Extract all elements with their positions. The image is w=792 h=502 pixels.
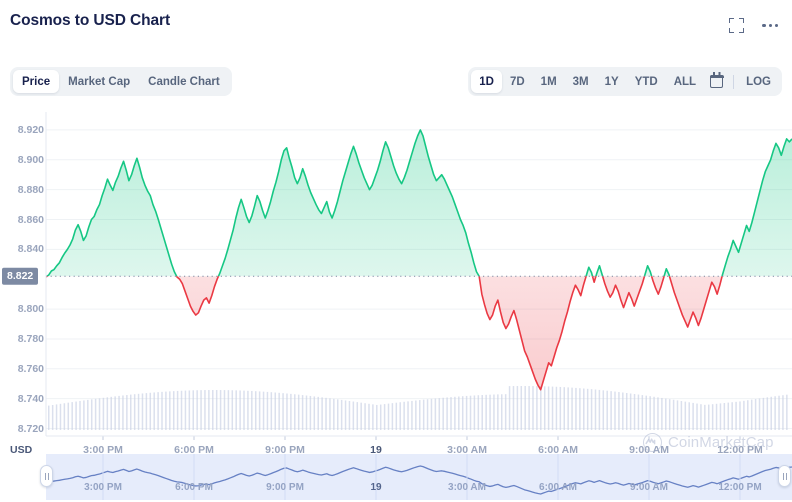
navigator-tick-label: 9:00 PM: [266, 482, 304, 493]
x-axis-ticks: [102, 436, 741, 440]
more-options-icon[interactable]: [762, 23, 778, 28]
current-price-badge: 8.822: [2, 267, 39, 285]
time-range-tabs: 1D 7D 1M 3M 1Y YTD ALL LOG: [468, 67, 782, 96]
x-axis-tick-label: 9:00 PM: [265, 444, 305, 456]
tab-market-cap[interactable]: Market Cap: [59, 70, 139, 93]
x-axis-tick-label: 19: [370, 444, 382, 456]
range-7d[interactable]: 7D: [502, 70, 533, 93]
y-axis-tick-label: 8.840: [17, 243, 44, 256]
y-axis-tick-label: 8.880: [17, 183, 44, 196]
x-axis-tick-label: 3:00 AM: [447, 444, 487, 456]
widget-header: Cosmos to USD Chart: [0, 0, 792, 56]
navigator-right-handle[interactable]: [778, 465, 791, 487]
log-scale-toggle[interactable]: LOG: [738, 70, 779, 93]
header-actions: [729, 18, 778, 33]
volume-bars: [48, 385, 788, 430]
navigator-tick-label: 9:00 AM: [630, 482, 668, 493]
y-axis-tick-label: 8.780: [17, 332, 44, 345]
currency-label: USD: [10, 444, 33, 456]
price-chart-svg: [45, 112, 792, 440]
crypto-price-chart-widget: Cosmos to USD Chart Price Market Cap Can…: [0, 0, 792, 502]
x-axis-tick-label: 3:00 PM: [83, 444, 123, 456]
chart-type-tabs: Price Market Cap Candle Chart: [10, 67, 232, 96]
navigator-tick-label: 12:00 PM: [718, 482, 762, 493]
navigator-tick-label: 3:00 AM: [448, 482, 486, 493]
range-1y[interactable]: 1Y: [597, 70, 627, 93]
y-axis-tick-label: 8.800: [17, 303, 44, 316]
range-1d[interactable]: 1D: [471, 70, 502, 93]
x-axis-tick-label: 6:00 PM: [174, 444, 214, 456]
y-axis-tick-label: 8.740: [17, 392, 44, 405]
chart-area[interactable]: 8.920 8.900 8.880 8.860 8.840 8.800 8.780 8.760…: [0, 106, 792, 502]
page-title: Cosmos to USD Chart: [10, 12, 171, 29]
y-axis-tick-label: 8.920: [17, 123, 44, 136]
navigator-tick-label: 3:00 PM: [84, 482, 122, 493]
navigator-tick-label: 6:00 PM: [175, 482, 213, 493]
y-axis-tick-label: 8.900: [17, 153, 44, 166]
area-fill-up: [47, 129, 792, 277]
calendar-icon[interactable]: [709, 71, 724, 88]
y-axis-tick-label: 8.720: [17, 422, 44, 435]
expand-icon[interactable]: [729, 18, 745, 33]
tab-price[interactable]: Price: [13, 70, 60, 93]
tab-candle-chart[interactable]: Candle Chart: [139, 70, 229, 93]
y-axis-tick-label: 8.760: [17, 362, 44, 375]
range-1m[interactable]: 1M: [533, 70, 565, 93]
divider: [733, 74, 735, 89]
range-ytd[interactable]: YTD: [627, 70, 666, 93]
x-axis-tick-label: 9:00 AM: [629, 444, 669, 456]
navigator-tick-label: 6:00 AM: [539, 482, 577, 493]
y-axis-tick-label: 8.860: [17, 213, 44, 226]
range-all[interactable]: ALL: [666, 70, 704, 93]
range-3m[interactable]: 3M: [565, 70, 597, 93]
navigator-tick-label: 19: [370, 482, 382, 493]
x-axis-tick-label: 6:00 AM: [538, 444, 578, 456]
x-axis-tick-label: 12:00 PM: [717, 444, 763, 456]
navigator-left-handle[interactable]: [40, 465, 53, 487]
